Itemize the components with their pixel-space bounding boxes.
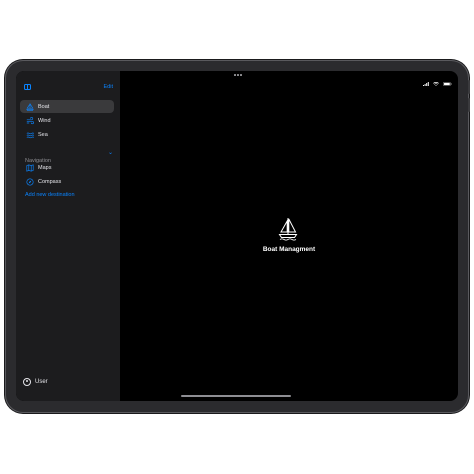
compass-icon bbox=[25, 177, 34, 186]
user-button[interactable]: User bbox=[23, 378, 48, 386]
sidebar-item-label: Compass bbox=[38, 178, 62, 185]
sidebar-item-label: Maps bbox=[38, 164, 52, 171]
navigation-section-header[interactable]: Navigation ⌄ bbox=[25, 149, 113, 164]
detail-pane: Boat Managment bbox=[120, 71, 458, 401]
sidebar-toggle-icon[interactable] bbox=[24, 84, 31, 90]
home-indicator[interactable] bbox=[181, 395, 291, 397]
wind-icon bbox=[25, 116, 34, 125]
sidebar-item-maps[interactable]: Maps bbox=[20, 161, 114, 174]
sidebar-item-label: Boat bbox=[38, 103, 50, 110]
sidebar: Edit Boat Wind Sea Navigation ⌄ Maps Com… bbox=[16, 71, 120, 401]
sidebar-item-label: Sea bbox=[38, 131, 48, 138]
screen: 9:41 Tue Jan 2 Edit Boat bbox=[16, 71, 458, 401]
chevron-down-icon[interactable]: ⌄ bbox=[108, 149, 113, 156]
volume-button-2 bbox=[468, 98, 470, 112]
sidebar-item-label: Wind bbox=[38, 117, 51, 124]
volume-button bbox=[468, 80, 470, 94]
detail-title: Boat Managment bbox=[262, 246, 316, 253]
sidebar-item-sea[interactable]: Sea bbox=[20, 128, 114, 141]
sailboat-icon bbox=[277, 217, 299, 241]
sidebar-item-wind[interactable]: Wind bbox=[20, 114, 114, 127]
user-icon bbox=[23, 378, 31, 386]
map-icon bbox=[25, 163, 34, 172]
sidebar-toolbar: Edit bbox=[16, 83, 120, 95]
edit-button[interactable]: Edit bbox=[104, 84, 113, 90]
user-label: User bbox=[35, 379, 48, 385]
sidebar-item-compass[interactable]: Compass bbox=[20, 175, 114, 188]
waves-icon bbox=[25, 130, 34, 139]
sailboat-icon bbox=[25, 102, 34, 111]
add-destination-link[interactable]: Add new destination bbox=[25, 192, 75, 198]
sidebar-item-boat[interactable]: Boat bbox=[20, 100, 114, 113]
